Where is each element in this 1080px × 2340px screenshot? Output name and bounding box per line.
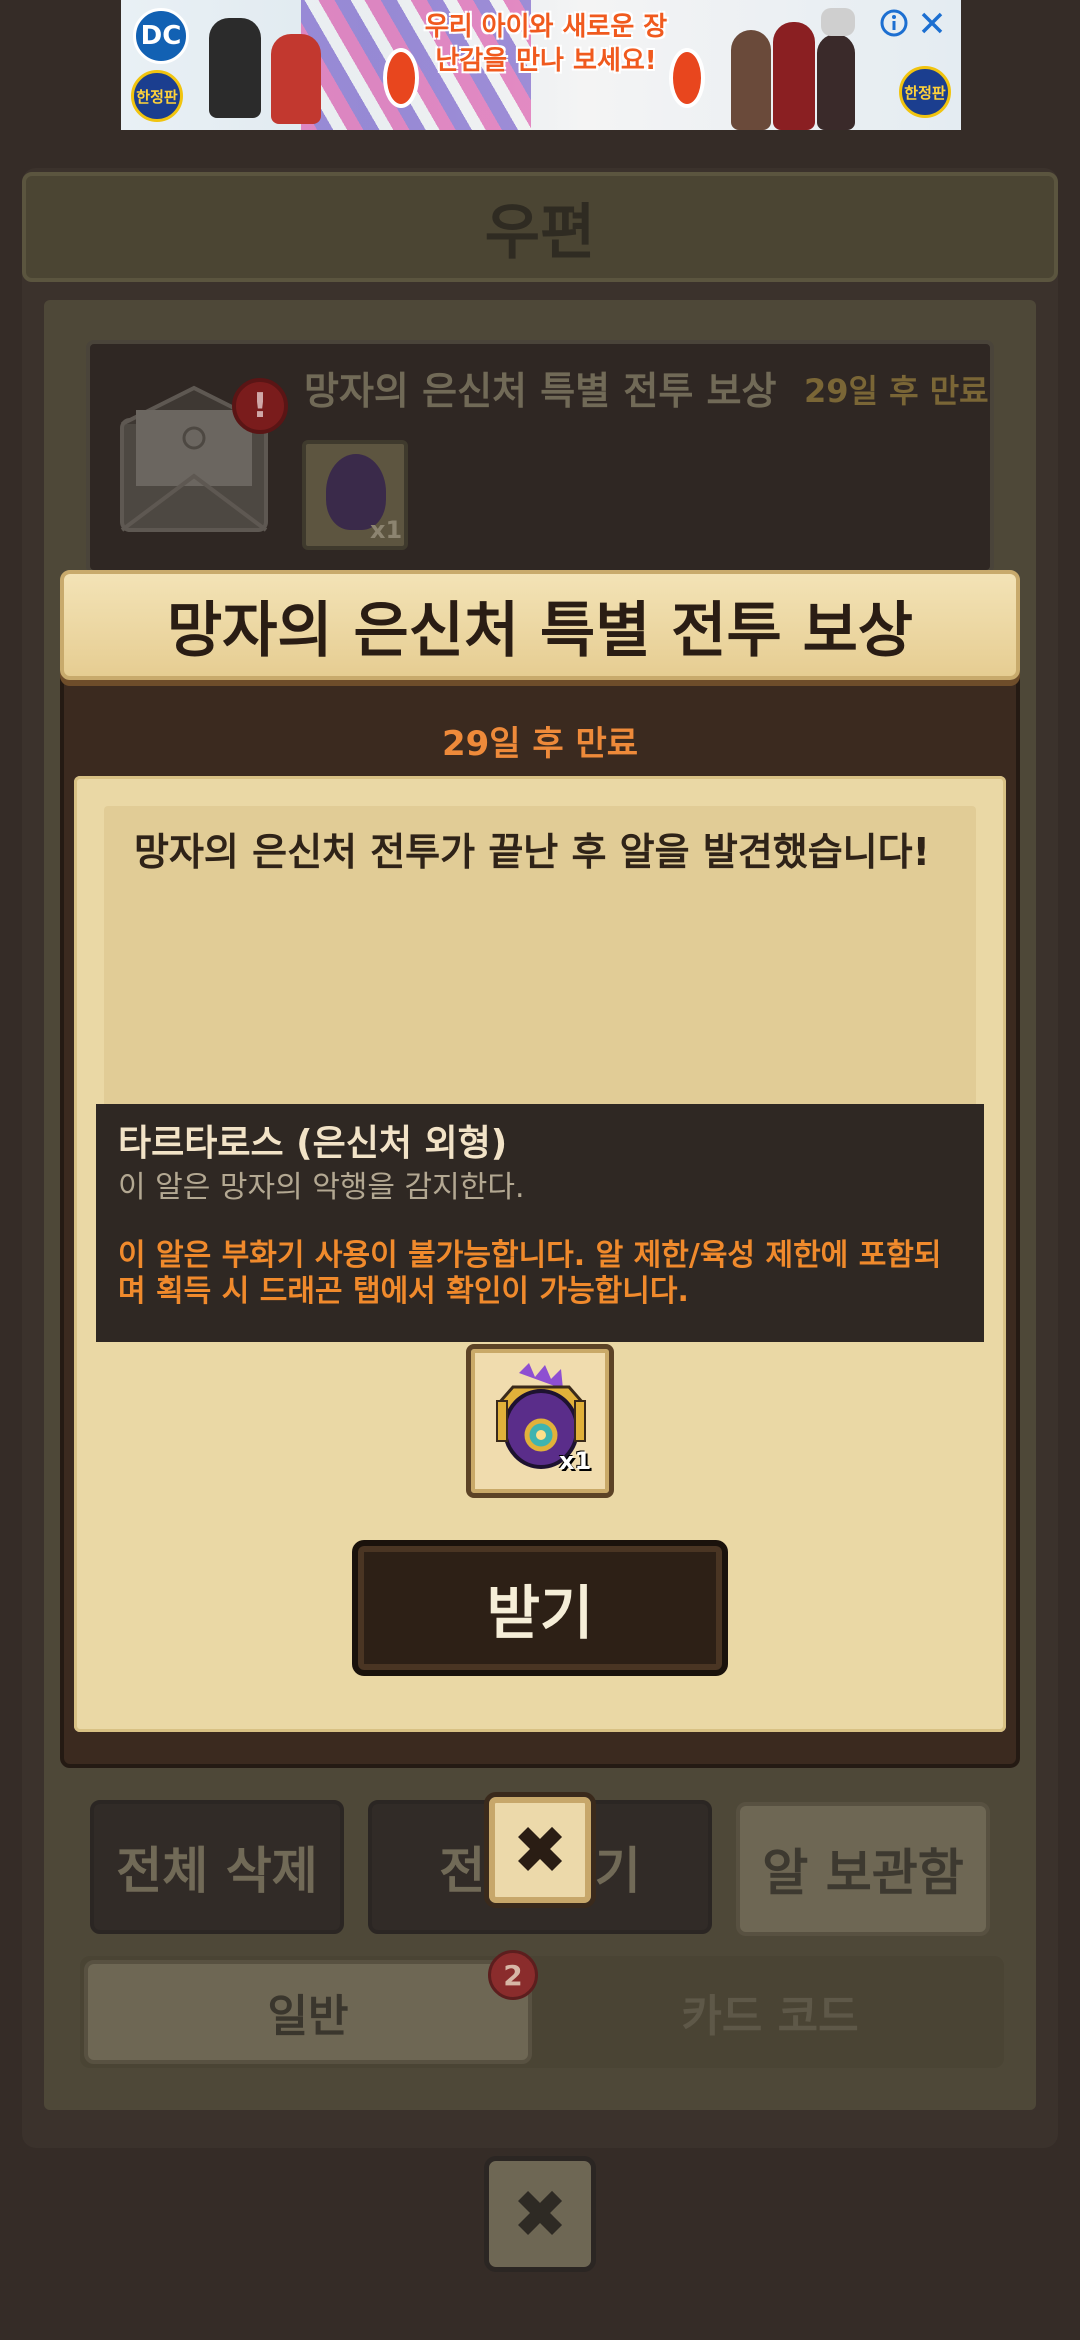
- ron-figure: [817, 34, 855, 130]
- item-tooltip: 타르타로스 (은신처 외형) 이 알은 망자의 악행을 감지한다. 이 알은 부…: [96, 1104, 984, 1342]
- edition-badge-left: 한정판: [131, 70, 183, 122]
- reward-qty: x1: [370, 516, 403, 544]
- mail-item-reward-slot: x1: [302, 440, 408, 550]
- tab-general[interactable]: 일반: [84, 1960, 532, 2064]
- ad-banner[interactable]: DC 한정판 우리 아이와 새로운 장난감을 만나 보세요! 한정판: [121, 0, 961, 130]
- mail-item-expiry: 29일 후 만료: [804, 372, 989, 410]
- reward-item-slot[interactable]: x1: [466, 1344, 614, 1498]
- kinder-egg-icon-right: [669, 48, 705, 108]
- egg-storage-button[interactable]: 알 보관함: [736, 1802, 990, 1936]
- hermione-figure: [773, 22, 815, 130]
- kinder-egg-icon: [383, 48, 419, 108]
- ad-headline: 우리 아이와 새로운 장난감을 만나 보세요!: [424, 12, 668, 76]
- mail-title: 우편: [484, 197, 596, 268]
- info-icon[interactable]: [877, 6, 911, 40]
- alert-icon: !: [232, 378, 288, 434]
- tab-general-badge: 2: [488, 1950, 538, 2000]
- cloud-icon: [821, 8, 855, 36]
- message-text: 망자의 은신처 전투가 끝난 후 알을 발견했습니다!: [134, 830, 930, 874]
- mail-item-title: 망자의 은신처 특별 전투 보상: [304, 369, 777, 413]
- receive-button[interactable]: 받기: [352, 1540, 728, 1676]
- reward-item-qty: x1: [559, 1447, 592, 1475]
- harry-potter-figure: [731, 30, 771, 130]
- dc-logo: DC: [133, 8, 189, 64]
- modal-expiry: 29일 후 만료: [441, 723, 639, 764]
- edition-badge-right: 한정판: [899, 66, 951, 118]
- batman-figure: [209, 18, 261, 118]
- tooltip-item-description: 이 알은 망자의 악행을 감지한다.: [118, 1170, 525, 1205]
- tooltip-item-name: 타르타로스 (은신처 외형): [118, 1123, 508, 1164]
- close-icon[interactable]: [915, 6, 949, 40]
- modal-title: 망자의 은신처 특별 전투 보상: [167, 595, 913, 666]
- mail-close-button[interactable]: ✖: [484, 2156, 596, 2272]
- tab-card-code[interactable]: 카드 코드: [540, 1960, 1000, 2064]
- delete-all-button[interactable]: 전체 삭제: [90, 1800, 344, 1934]
- tooltip-item-warning: 이 알은 부화기 사용이 불가능합니다. 알 제한/육성 제한에 포함되며 획득…: [118, 1238, 942, 1309]
- close-button[interactable]: ✖: [484, 1792, 596, 1908]
- wonder-woman-figure: [271, 34, 321, 124]
